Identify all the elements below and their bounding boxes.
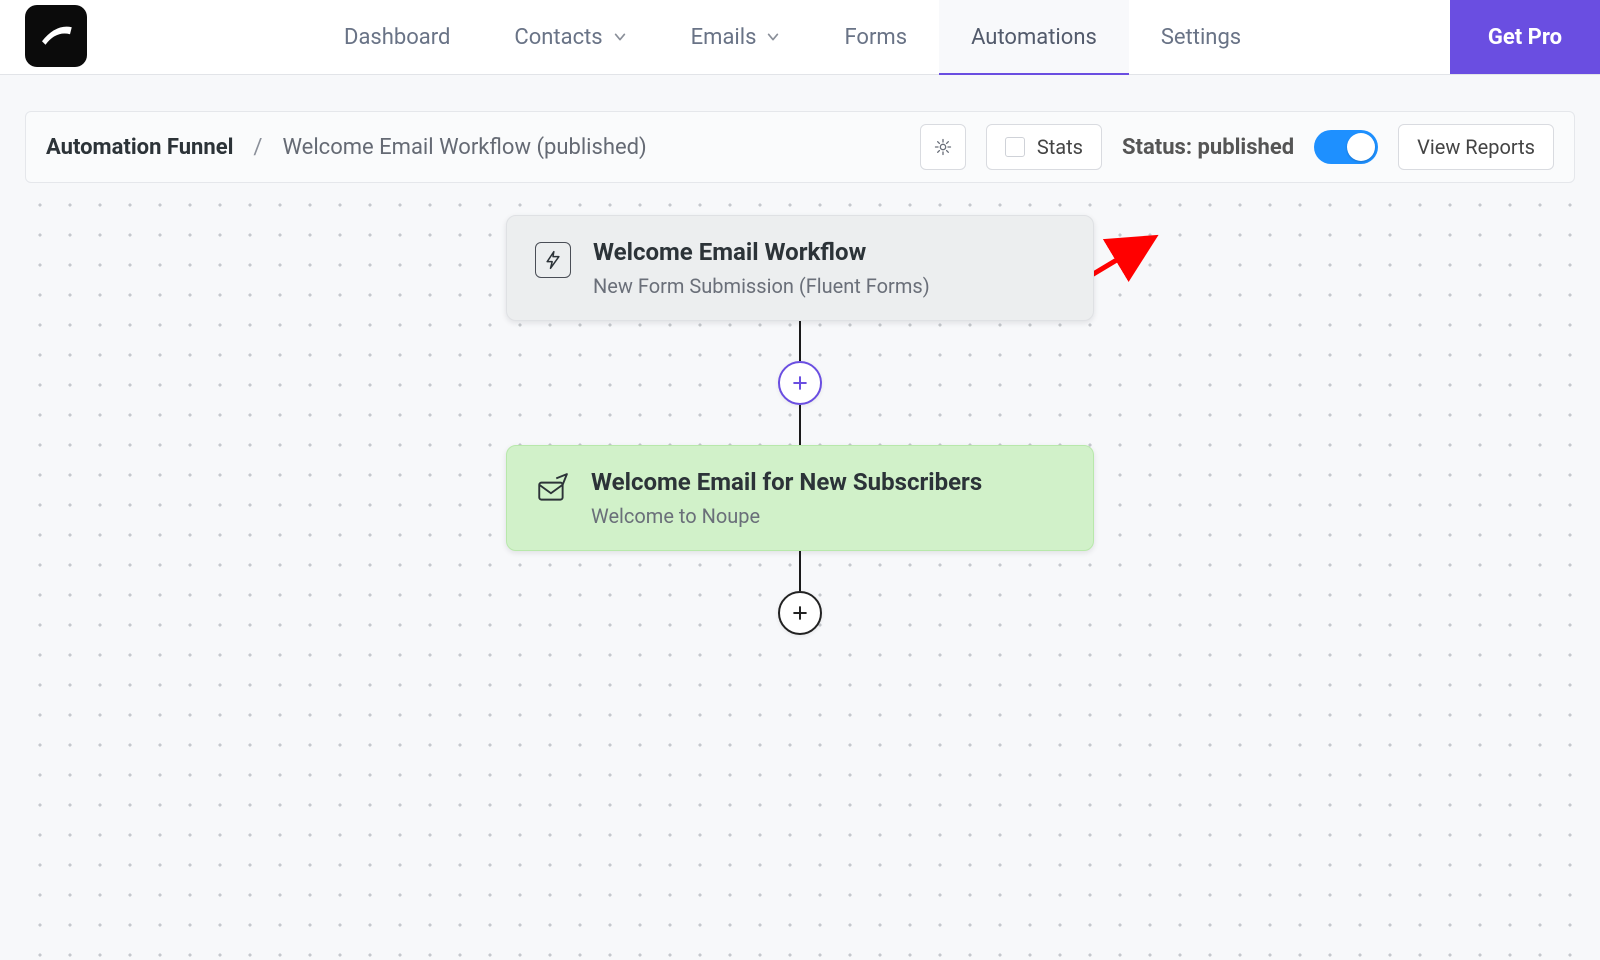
add-step-end-button[interactable]: [778, 591, 822, 635]
nav-emails[interactable]: Emails: [659, 0, 813, 74]
action-title: Welcome Email for New Subscribers: [591, 468, 982, 496]
nav-dashboard[interactable]: Dashboard: [312, 0, 482, 74]
nav-label: Emails: [691, 25, 757, 50]
checkbox-icon: [1005, 137, 1025, 157]
send-mail-icon: [535, 472, 569, 506]
toggle-knob: [1347, 133, 1375, 161]
workarea: Automation Funnel / Welcome Email Workfl…: [0, 75, 1600, 960]
stats-button[interactable]: Stats: [986, 124, 1102, 170]
trigger-node[interactable]: Welcome Email Workflow New Form Submissi…: [506, 215, 1094, 321]
stats-label: Stats: [1037, 135, 1083, 159]
breadcrumb-separator: /: [253, 135, 262, 160]
nav-label: Forms: [844, 25, 907, 50]
nav-label: Dashboard: [344, 25, 450, 50]
get-pro-button[interactable]: Get Pro: [1450, 0, 1600, 74]
connector-line: [799, 321, 801, 361]
app-logo[interactable]: [25, 5, 87, 67]
connector-line: [799, 551, 801, 591]
view-reports-button[interactable]: View Reports: [1398, 124, 1554, 170]
chevron-down-icon: [766, 30, 780, 44]
action-subtitle: Welcome to Noupe: [591, 504, 982, 528]
plus-icon: [790, 603, 810, 623]
bolt-icon: [535, 242, 571, 278]
funnel-settings-button[interactable]: [920, 124, 966, 170]
add-step-button[interactable]: [778, 361, 822, 405]
trigger-subtitle: New Form Submission (Fluent Forms): [593, 274, 930, 298]
breadcrumb-root[interactable]: Automation Funnel: [46, 135, 233, 160]
top-nav: Dashboard Contacts Emails Forms Automati…: [0, 0, 1600, 75]
plus-icon: [790, 373, 810, 393]
nav-forms[interactable]: Forms: [812, 0, 939, 74]
nav-label: Automations: [971, 25, 1097, 50]
nav-label: Contacts: [514, 25, 602, 50]
action-texts: Welcome Email for New Subscribers Welcom…: [591, 468, 982, 528]
chevron-down-icon: [613, 30, 627, 44]
trigger-texts: Welcome Email Workflow New Form Submissi…: [593, 238, 930, 298]
nav-label: Settings: [1161, 25, 1241, 50]
nav-automations[interactable]: Automations: [939, 0, 1129, 74]
connector-line: [799, 405, 801, 445]
trigger-title: Welcome Email Workflow: [593, 238, 930, 266]
logo-icon: [35, 15, 77, 57]
get-pro-label: Get Pro: [1488, 25, 1562, 50]
nav-settings[interactable]: Settings: [1129, 0, 1273, 74]
status-label: Status: published: [1122, 135, 1294, 160]
breadcrumb-current: Welcome Email Workflow (published): [282, 135, 646, 160]
gear-icon: [933, 137, 953, 157]
action-node[interactable]: Welcome Email for New Subscribers Welcom…: [506, 445, 1094, 551]
status-toggle[interactable]: [1314, 130, 1378, 164]
page-header: Automation Funnel / Welcome Email Workfl…: [25, 111, 1575, 183]
nav-contacts[interactable]: Contacts: [482, 0, 658, 74]
nav-items: Dashboard Contacts Emails Forms Automati…: [112, 0, 1450, 74]
view-reports-label: View Reports: [1417, 135, 1535, 159]
automation-flow: Welcome Email Workflow New Form Submissi…: [0, 215, 1600, 635]
